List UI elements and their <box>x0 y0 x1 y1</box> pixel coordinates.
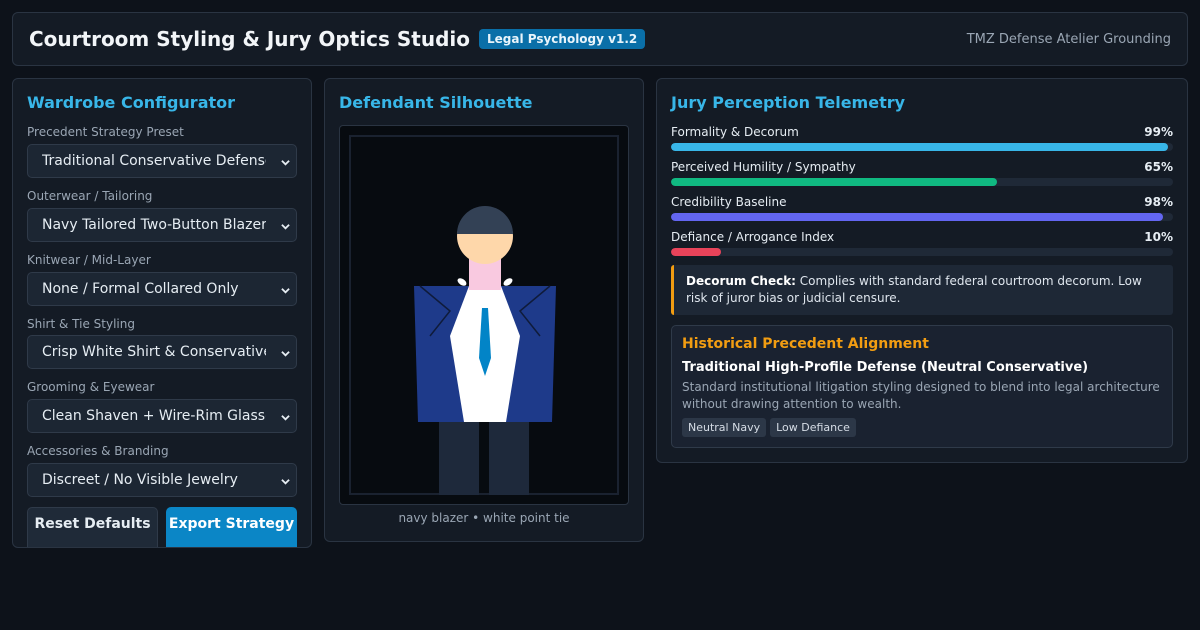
export-strategy-button[interactable]: Export Strategy <box>166 507 297 547</box>
accessories-label: Accessories & Branding <box>27 444 169 458</box>
preset-value: Traditional Conservative Defense <box>42 153 266 169</box>
metric-track-defiance <box>671 248 1173 256</box>
metric-value-humility: 65% <box>1144 160 1173 174</box>
precedent-description: Standard institutional litigation stylin… <box>682 380 1160 411</box>
metric-label-credibility: Credibility Baseline <box>671 195 787 209</box>
wardrobe-title: Wardrobe Configurator <box>27 93 236 112</box>
chevron-down-icon <box>281 415 290 421</box>
metric-value-credibility: 98% <box>1144 195 1173 209</box>
metric-bar-credibility <box>671 213 1163 221</box>
precedent-subtitle: Traditional High-Profile Defense (Neutra… <box>682 360 1089 375</box>
header-grounding-label: TMZ Defense Atelier Grounding <box>966 31 1171 47</box>
metric-track-credibility <box>671 213 1173 221</box>
silhouette-panel: Defendant Silhouette navy blazer • white… <box>324 78 644 542</box>
telemetry-panel: Jury Perception Telemetry Formality & De… <box>656 78 1188 463</box>
right-leg <box>489 420 529 495</box>
metric-label-defiance: Defiance / Arrogance Index <box>671 230 835 244</box>
outerwear-value: Navy Tailored Two-Button Blazer <box>42 217 266 233</box>
knitwear-select[interactable]: None / Formal Collared Only <box>27 272 297 306</box>
shirt-tie-value: Crisp White Shirt & Conservative Tie <box>42 344 266 360</box>
outerwear-label: Outerwear / Tailoring <box>27 189 153 203</box>
metric-bar-defiance <box>671 248 722 256</box>
collar-right <box>503 278 513 286</box>
metric-value-formality: 99% <box>1144 125 1173 139</box>
tag-neutral-navy: Neutral Navy <box>682 418 767 437</box>
chevron-down-icon <box>281 351 290 357</box>
silhouette-title: Defendant Silhouette <box>339 93 533 112</box>
wardrobe-configurator-panel: Wardrobe Configurator Precedent Strategy… <box>12 78 312 548</box>
chevron-down-icon <box>281 224 290 230</box>
grooming-select[interactable]: Clean Shaven + Wire-Rim Glasses <box>27 399 297 433</box>
knitwear-value: None / Formal Collared Only <box>42 281 239 297</box>
decorum-check-callout: Decorum Check: Complies with standard fe… <box>671 265 1173 315</box>
metric-label-formality: Formality & Decorum <box>671 125 799 139</box>
metric-bar-formality <box>671 143 1168 151</box>
chevron-down-icon <box>281 479 290 485</box>
precedent-card: Historical Precedent Alignment Tradition… <box>671 325 1173 448</box>
accessories-value: Discreet / No Visible Jewelry <box>42 472 238 488</box>
decorum-check-label: Decorum Check: <box>686 274 796 288</box>
precedent-tags: Neutral Navy Low Defiance <box>682 418 856 437</box>
left-leg <box>439 420 479 495</box>
tag-low-defiance: Low Defiance <box>770 418 856 437</box>
chevron-down-icon <box>281 288 290 294</box>
metric-label-humility: Perceived Humility / Sympathy <box>671 160 856 174</box>
app-header: Courtroom Styling & Jury Optics Studio L… <box>12 12 1188 66</box>
metric-bar-humility <box>671 178 998 186</box>
grooming-value: Clean Shaven + Wire-Rim Glasses <box>42 408 266 424</box>
metric-track-formality <box>671 143 1173 151</box>
knitwear-label: Knitwear / Mid-Layer <box>27 253 151 267</box>
outerwear-select[interactable]: Navy Tailored Two-Button Blazer <box>27 208 297 242</box>
grooming-label: Grooming & Eyewear <box>27 380 155 394</box>
defendant-figure <box>349 135 619 495</box>
shirt-tie-select[interactable]: Crisp White Shirt & Conservative Tie <box>27 335 297 369</box>
silhouette-stage <box>339 125 629 505</box>
collar-left <box>457 278 467 286</box>
reset-defaults-button[interactable]: Reset Defaults <box>27 507 158 547</box>
metric-value-defiance: 10% <box>1144 230 1173 244</box>
metric-track-humility <box>671 178 1173 186</box>
precedent-title: Historical Precedent Alignment <box>682 336 929 352</box>
accessories-select[interactable]: Discreet / No Visible Jewelry <box>27 463 297 497</box>
shirt-tie-label: Shirt & Tie Styling <box>27 317 135 331</box>
telemetry-title: Jury Perception Telemetry <box>671 93 906 112</box>
chevron-down-icon <box>281 160 290 166</box>
version-badge: Legal Psychology v1.2 <box>478 29 646 49</box>
silhouette-caption: navy blazer • white point tie <box>398 511 570 525</box>
app-title: Courtroom Styling & Jury Optics Studio <box>29 27 470 51</box>
preset-select[interactable]: Traditional Conservative Defense <box>27 144 297 178</box>
hair <box>457 206 513 234</box>
preset-label: Precedent Strategy Preset <box>27 125 184 139</box>
